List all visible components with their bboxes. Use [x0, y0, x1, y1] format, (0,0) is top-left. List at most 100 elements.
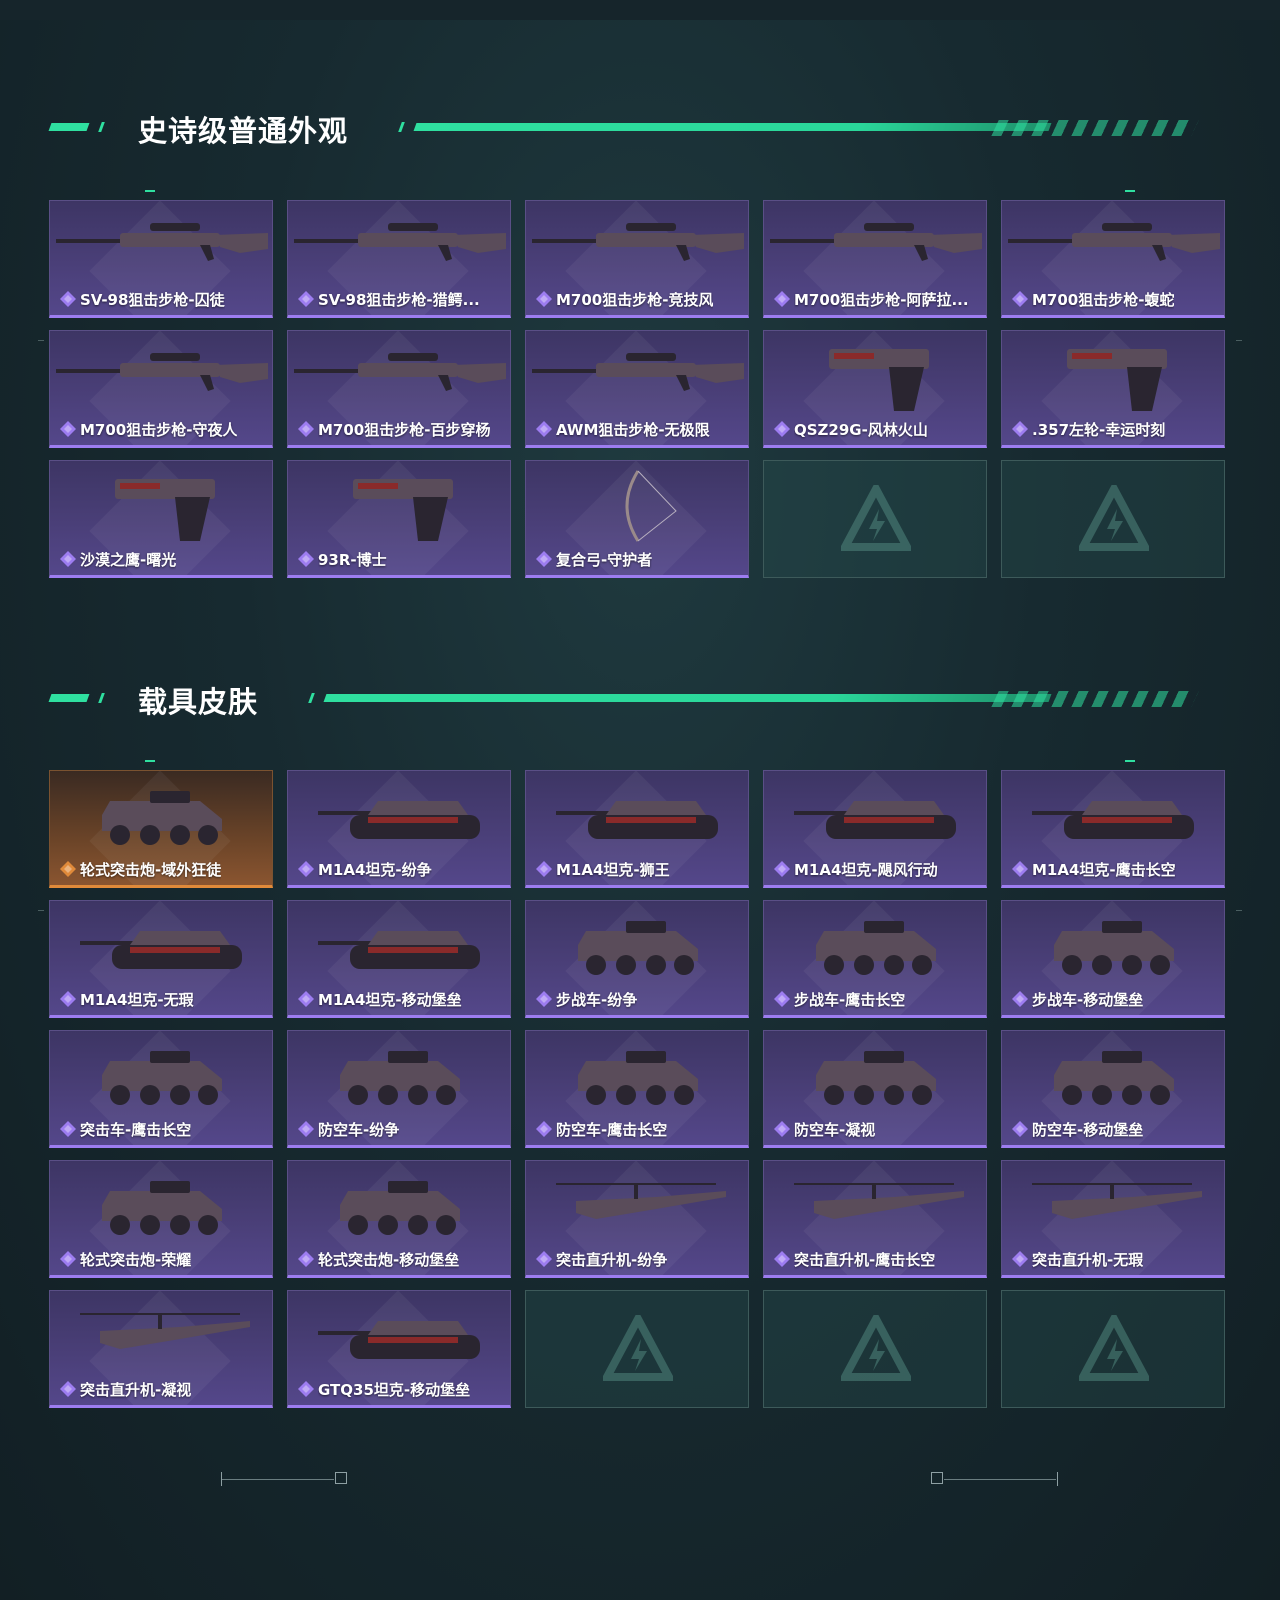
- epic-rarity-icon: [60, 1121, 76, 1137]
- skin-card[interactable]: 突击直升机-凝视: [49, 1290, 273, 1408]
- skin-card[interactable]: M700狙击步枪-守夜人: [49, 330, 273, 448]
- empty-slot: [1001, 1290, 1225, 1408]
- skin-name: 轮式突击炮-域外狂徒: [80, 860, 222, 879]
- ifv-icon: [816, 1051, 936, 1105]
- pistol-icon: [829, 349, 929, 411]
- pistol-icon: [115, 479, 215, 541]
- skin-name: 防空车-移动堡垒: [1032, 1120, 1144, 1139]
- epic-rarity-icon: [774, 1251, 790, 1267]
- skin-card[interactable]: M1A4坦克-纷争: [287, 770, 511, 888]
- skin-name: 突击直升机-无瑕: [1032, 1250, 1144, 1269]
- skin-card[interactable]: M1A4坦克-无瑕: [49, 900, 273, 1018]
- skin-label: M1A4坦克-飓风行动: [774, 859, 984, 879]
- skin-card[interactable]: 防空车-纷争: [287, 1030, 511, 1148]
- skin-card[interactable]: 防空车-凝视: [763, 1030, 987, 1148]
- epic-rarity-icon: [298, 991, 314, 1007]
- section-header-vehicle-skins: 载具皮肤: [48, 679, 1200, 719]
- skin-card[interactable]: GTQ35坦克-移动堡垒: [287, 1290, 511, 1408]
- skin-name: 沙漠之鹰-曙光: [80, 550, 177, 569]
- skin-card[interactable]: 轮式突击炮-移动堡垒: [287, 1160, 511, 1278]
- skin-label: 突击车-鹰击长空: [60, 1119, 270, 1139]
- skin-card[interactable]: .357左轮-幸运时刻: [1001, 330, 1225, 448]
- skin-name: 步战车-纷争: [556, 990, 638, 1009]
- skin-card[interactable]: 沙漠之鹰-曙光: [49, 460, 273, 578]
- skin-card[interactable]: 步战车-纷争: [525, 900, 749, 1018]
- side-mark: [38, 340, 44, 341]
- skin-card[interactable]: 93R-博士: [287, 460, 511, 578]
- compound-bow-icon: [625, 470, 677, 542]
- skin-card[interactable]: M700狙击步枪-阿萨拉...: [763, 200, 987, 318]
- tank-icon: [318, 801, 480, 839]
- epic-rarity-icon: [298, 1251, 314, 1267]
- corner-tick: [1125, 190, 1135, 192]
- skin-name: 突击直升机-鹰击长空: [794, 1250, 936, 1269]
- skin-name: 轮式突击炮-移动堡垒: [318, 1250, 460, 1269]
- skin-name: 复合弓-守护者: [556, 550, 653, 569]
- skin-card[interactable]: 轮式突击炮-域外狂徒: [49, 770, 273, 888]
- skin-card[interactable]: 突击直升机-无瑕: [1001, 1160, 1225, 1278]
- skin-card[interactable]: 突击直升机-纷争: [525, 1160, 749, 1278]
- skin-name: M1A4坦克-飓风行动: [794, 860, 938, 879]
- skin-card[interactable]: 步战车-鹰击长空: [763, 900, 987, 1018]
- skin-card[interactable]: QSZ29G-风林火山: [763, 330, 987, 448]
- skin-label: 防空车-纷争: [298, 1119, 508, 1139]
- skin-card[interactable]: 突击车-鹰击长空: [49, 1030, 273, 1148]
- skin-label: .357左轮-幸运时刻: [1012, 419, 1222, 439]
- skin-name: 突击直升机-纷争: [556, 1250, 668, 1269]
- empty-slot: [763, 1290, 987, 1408]
- sniper-rifle-icon: [56, 223, 268, 261]
- skin-name: M700狙击步枪-守夜人: [80, 420, 238, 439]
- sniper-rifle-icon: [56, 353, 268, 391]
- skin-card[interactable]: M1A4坦克-鹰击长空: [1001, 770, 1225, 888]
- skin-label: M1A4坦克-纷争: [298, 859, 508, 879]
- skin-card[interactable]: M700狙击步枪-百步穿杨: [287, 330, 511, 448]
- skin-label: 轮式突击炮-移动堡垒: [298, 1249, 508, 1269]
- skin-name: QSZ29G-风林火山: [794, 420, 928, 439]
- top-band: [0, 0, 1280, 20]
- skin-label: 突击直升机-凝视: [60, 1379, 270, 1399]
- ifv-icon: [1054, 921, 1174, 975]
- skin-card[interactable]: M700狙击步枪-蝮蛇: [1001, 200, 1225, 318]
- epic-rarity-icon: [1012, 1121, 1028, 1137]
- epic-rarity-icon: [536, 421, 552, 437]
- assault-vehicle-icon: [102, 1051, 222, 1105]
- section-title: 载具皮肤: [138, 685, 259, 719]
- skin-card[interactable]: 防空车-移动堡垒: [1001, 1030, 1225, 1148]
- side-mark: [1236, 340, 1242, 341]
- sniper-rifle-icon: [294, 353, 506, 391]
- skin-card[interactable]: 步战车-移动堡垒: [1001, 900, 1225, 1018]
- skin-label: 步战车-移动堡垒: [1012, 989, 1222, 1009]
- skin-card[interactable]: 突击直升机-鹰击长空: [763, 1160, 987, 1278]
- skin-label: M700狙击步枪-守夜人: [60, 419, 270, 439]
- skin-label: 沙漠之鹰-曙光: [60, 549, 270, 569]
- skin-label: 突击直升机-纷争: [536, 1249, 746, 1269]
- epic-rarity-icon: [774, 861, 790, 877]
- ifv-icon: [816, 921, 936, 975]
- skin-card[interactable]: AWM狙击步枪-无极限: [525, 330, 749, 448]
- epic-rarity-icon: [1012, 1251, 1028, 1267]
- skin-card[interactable]: 防空车-鹰击长空: [525, 1030, 749, 1148]
- tank-icon: [1032, 801, 1194, 839]
- skin-label: 步战车-鹰击长空: [774, 989, 984, 1009]
- skin-card[interactable]: SV-98狙击步枪-囚徒: [49, 200, 273, 318]
- epic-rarity-icon: [298, 1121, 314, 1137]
- skin-card[interactable]: M1A4坦克-飓风行动: [763, 770, 987, 888]
- skin-label: AWM狙击步枪-无极限: [536, 419, 746, 439]
- skin-card[interactable]: M1A4坦克-狮王: [525, 770, 749, 888]
- skin-name: .357左轮-幸运时刻: [1032, 420, 1166, 439]
- skin-card[interactable]: 复合弓-守护者: [525, 460, 749, 578]
- skin-name: M1A4坦克-移动堡垒: [318, 990, 462, 1009]
- side-mark: [1236, 910, 1242, 911]
- revolver-icon: [1067, 349, 1167, 411]
- epic-rarity-icon: [536, 1121, 552, 1137]
- header-checker-pattern: [991, 120, 1199, 136]
- skin-card[interactable]: M1A4坦克-移动堡垒: [287, 900, 511, 1018]
- empty-slot: [525, 1290, 749, 1408]
- helicopter-icon: [556, 1183, 726, 1219]
- skin-label: 突击直升机-鹰击长空: [774, 1249, 984, 1269]
- ifv-icon: [578, 1051, 698, 1105]
- helicopter-icon: [1032, 1183, 1202, 1219]
- skin-card[interactable]: M700狙击步枪-竞技风: [525, 200, 749, 318]
- skin-card[interactable]: 轮式突击炮-荣耀: [49, 1160, 273, 1278]
- skin-card[interactable]: SV-98狙击步枪-猎鳄...: [287, 200, 511, 318]
